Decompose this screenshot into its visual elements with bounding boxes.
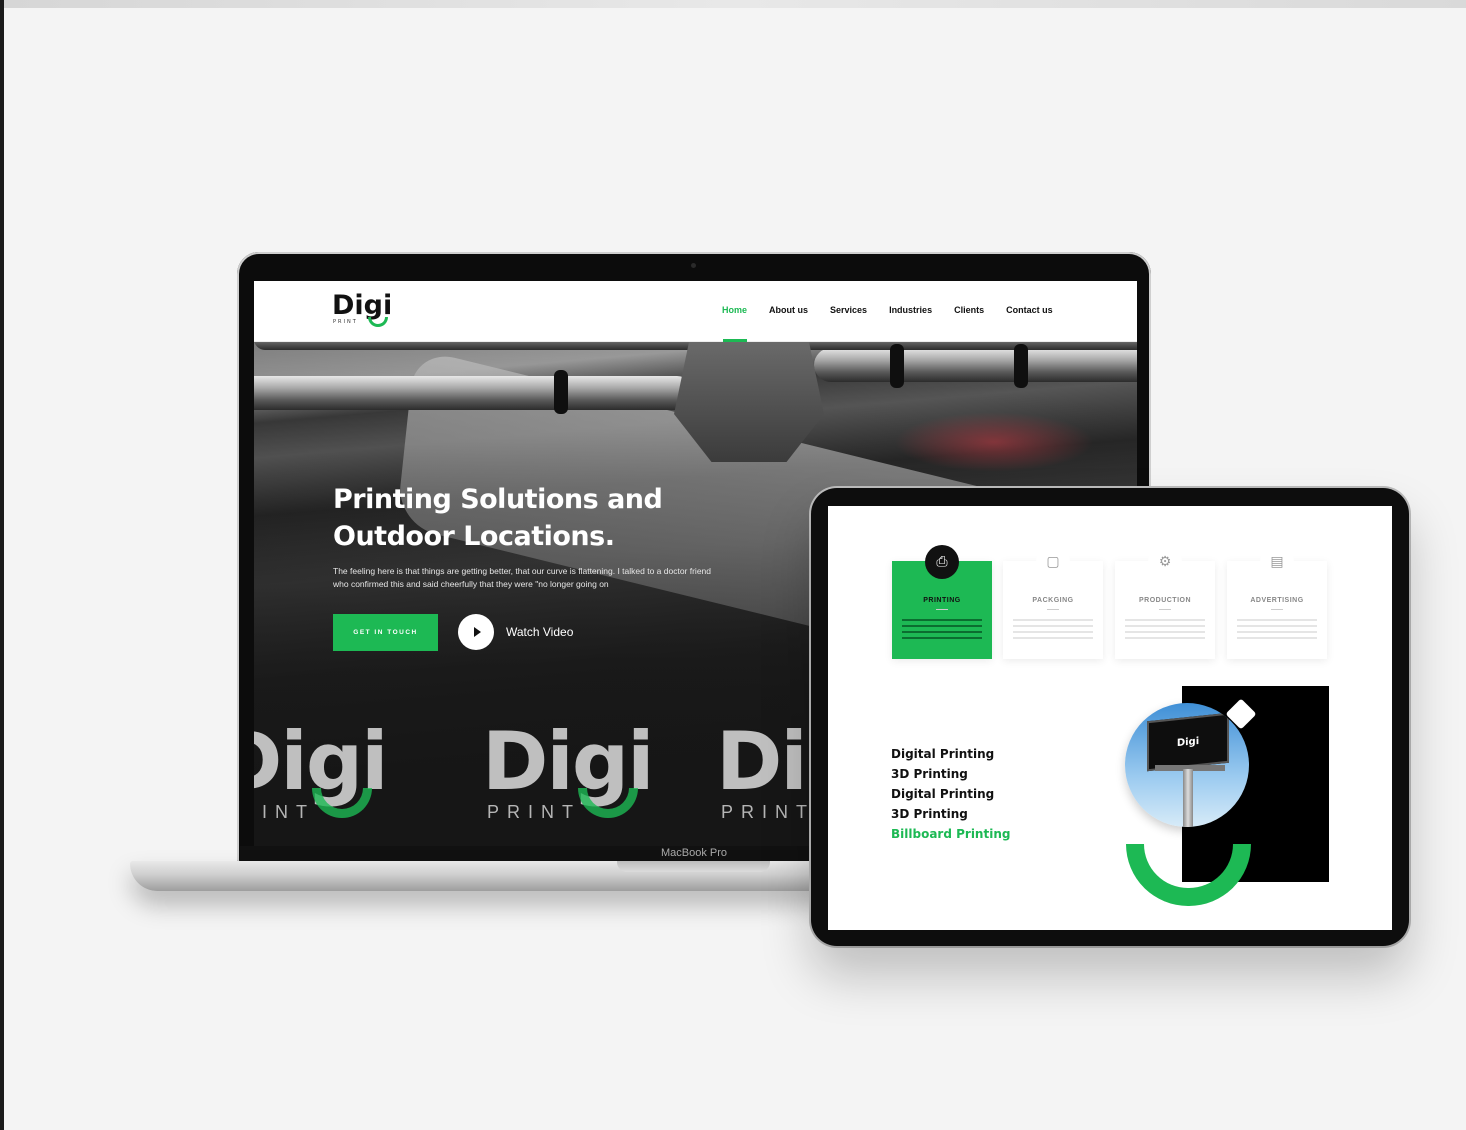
site-header: Digi PRINT Home About us Services Indust…: [254, 281, 1137, 342]
nav-about[interactable]: About us: [769, 305, 808, 315]
main-nav: Home About us Services Industries Client…: [722, 305, 1053, 315]
brand-swoosh-icon: [312, 788, 372, 818]
play-icon[interactable]: [458, 614, 494, 650]
hero-roller: [254, 376, 694, 410]
list-item-active[interactable]: Billboard Printing: [891, 824, 1010, 844]
logo-swoosh-icon: [368, 317, 388, 327]
hero-glow: [894, 412, 1094, 472]
left-edge: [0, 0, 4, 1130]
service-list: Digital Printing 3D Printing Digital Pri…: [891, 744, 1010, 844]
brand-mark: Digi PRINT: [482, 722, 712, 832]
list-item[interactable]: Digital Printing: [891, 784, 1010, 804]
card-description: [1125, 619, 1205, 639]
list-item[interactable]: 3D Printing: [891, 764, 1010, 784]
billboard-photo: Digi: [1125, 703, 1249, 827]
card-title: ADVERTISING: [1250, 597, 1304, 604]
service-card-advertising[interactable]: ▤ ADVERTISING: [1227, 545, 1327, 659]
card-title: PACKGING: [1032, 597, 1074, 604]
logo-subtext: PRINT: [333, 319, 358, 325]
brand-sub: PRINT: [721, 802, 815, 822]
camera-dot: [691, 263, 696, 268]
card-title: PRODUCTION: [1138, 597, 1192, 604]
card-description: [902, 619, 982, 639]
tablet-screen: ⎙ PRINTING ▢ PACKGING ⚙ PRODUCTION ▤ ADV…: [828, 506, 1392, 930]
service-card-production[interactable]: ⚙ PRODUCTION: [1115, 545, 1215, 659]
card-divider: [1047, 609, 1059, 610]
hero-roller: [814, 348, 1137, 382]
card-divider: [1271, 609, 1283, 610]
card-title: PRINTING: [923, 597, 961, 604]
site-logo[interactable]: Digi PRINT: [332, 290, 402, 333]
nav-home[interactable]: Home: [722, 305, 747, 315]
logo-text: Digi: [332, 290, 393, 321]
list-item[interactable]: 3D Printing: [891, 804, 1010, 824]
brand-mark: Digi PRINT: [254, 722, 446, 832]
brand-sub: PRINT: [254, 802, 315, 822]
service-card-packaging[interactable]: ▢ PACKGING: [1003, 545, 1103, 659]
card-description: [1013, 619, 1093, 639]
billboard-text: Digi: [1176, 735, 1200, 749]
nav-contact[interactable]: Contact us: [1006, 305, 1053, 315]
swoosh-icon: [1126, 844, 1251, 906]
billboard-pole: [1183, 769, 1193, 827]
card-description: [1237, 619, 1317, 639]
nav-clients[interactable]: Clients: [954, 305, 984, 315]
roller-ring: [1014, 344, 1028, 388]
list-item[interactable]: Digital Printing: [891, 744, 1010, 764]
service-card-printing[interactable]: ⎙ PRINTING: [892, 545, 992, 659]
box-icon: ▢: [1036, 545, 1070, 579]
laptop-notch: [617, 861, 770, 872]
nav-services[interactable]: Services: [830, 305, 867, 315]
hero-title-line: Outdoor Locations.: [333, 521, 615, 552]
production-icon: ⚙: [1148, 545, 1182, 579]
billboard-icon: ▤: [1260, 545, 1294, 579]
hero-title-line: Printing Solutions and: [333, 484, 663, 515]
roller-ring: [890, 344, 904, 388]
card-divider: [1159, 609, 1171, 610]
get-in-touch-button[interactable]: GET IN TOUCH: [333, 614, 438, 651]
billboard-sign: Digi: [1147, 712, 1229, 772]
printer-icon: ⎙: [925, 545, 959, 579]
roller-ring: [554, 370, 568, 414]
brand-swoosh-icon: [578, 788, 638, 818]
watch-video-link[interactable]: Watch Video: [506, 625, 573, 639]
hero-description: The feeling here is that things are gett…: [333, 566, 712, 589]
hero-title: Printing Solutions and Outdoor Locations…: [333, 481, 713, 555]
nav-industries[interactable]: Industries: [889, 305, 932, 315]
card-divider: [936, 609, 948, 610]
top-strip: [0, 0, 1466, 8]
brand-sub: PRINT: [487, 802, 581, 822]
